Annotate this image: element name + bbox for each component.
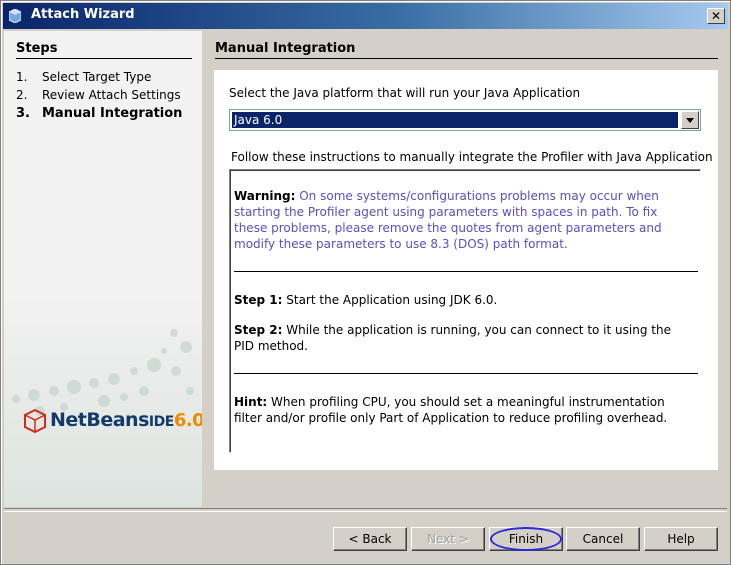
close-button[interactable]: ✕ bbox=[707, 8, 725, 24]
back-button[interactable]: < Back bbox=[333, 527, 407, 551]
step1-paragraph: Step 1: Start the Application using JDK … bbox=[234, 292, 694, 308]
attach-wizard-window: Attach Wizard ✕ Steps 1. Select Target Ty… bbox=[0, 0, 731, 565]
warning-paragraph: Warning: On some systems/configurations … bbox=[234, 188, 694, 252]
step-number: 2. bbox=[16, 88, 28, 102]
warning-label: Warning: bbox=[234, 189, 296, 203]
step2-text: While the application is running, you ca… bbox=[234, 323, 671, 353]
close-icon: ✕ bbox=[710, 9, 722, 23]
platform-selected-value: Java 6.0 bbox=[232, 112, 678, 128]
next-button[interactable]: Next > bbox=[411, 527, 485, 551]
logo-ide: IDE bbox=[148, 414, 174, 430]
app-icon bbox=[9, 9, 21, 23]
steps-title: Steps bbox=[16, 41, 58, 56]
step1-label: Step 1: bbox=[234, 293, 283, 307]
divider bbox=[234, 271, 698, 272]
logo-version: 6.0 bbox=[173, 410, 202, 431]
logo-name: NetBeans bbox=[50, 409, 149, 431]
java-platform-select[interactable]: Java 6.0 bbox=[229, 109, 701, 131]
step-number: 1. bbox=[16, 70, 28, 84]
finish-highlight-circle bbox=[490, 527, 562, 551]
hint-label: Hint: bbox=[234, 395, 268, 409]
page-title-divider bbox=[215, 58, 718, 59]
window-title: Attach Wizard bbox=[31, 7, 135, 22]
button-bar-separator bbox=[4, 508, 727, 512]
hint-text: When profiling CPU, you should set a mea… bbox=[234, 395, 668, 425]
step-label: Manual Integration bbox=[42, 106, 183, 121]
netbeans-cube-icon bbox=[24, 409, 46, 433]
chevron-down-icon[interactable] bbox=[681, 111, 699, 129]
step-label: Select Target Type bbox=[42, 70, 152, 84]
divider bbox=[234, 373, 698, 374]
hint-paragraph: Hint: When profiling CPU, you should set… bbox=[234, 394, 694, 426]
instructions-text-area[interactable]: Warning: On some systems/configurations … bbox=[229, 169, 701, 453]
step-item-select-target-type: 1. Select Target Type bbox=[16, 70, 151, 84]
steps-panel: Steps 1. Select Target Type 2. Review Atta… bbox=[4, 31, 202, 507]
step2-label: Step 2: bbox=[234, 323, 283, 337]
step1-text: Start the Application using JDK 6.0. bbox=[282, 293, 498, 307]
step-item-review-attach-settings: 2. Review Attach Settings bbox=[16, 88, 181, 102]
warning-text: On some systems/configurations problems … bbox=[234, 189, 662, 251]
instructions-label: Follow these instructions to manually in… bbox=[231, 150, 713, 164]
platform-select-label: Select the Java platform that will run y… bbox=[229, 86, 581, 100]
step-number: 3. bbox=[16, 106, 30, 121]
step2-paragraph: Step 2: While the application is running… bbox=[234, 322, 694, 354]
page-title: Manual Integration bbox=[215, 41, 356, 56]
netbeans-logo: NetBeansIDE6.0 bbox=[24, 407, 202, 437]
logo-wordmark: NetBeansIDE6.0 bbox=[50, 409, 202, 431]
cancel-button[interactable]: Cancel bbox=[566, 527, 640, 551]
step-item-manual-integration: 3. Manual Integration bbox=[16, 106, 182, 121]
steps-divider bbox=[16, 58, 192, 59]
help-button[interactable]: Help bbox=[644, 527, 718, 551]
step-label: Review Attach Settings bbox=[42, 88, 181, 102]
title-bar[interactable]: Attach Wizard ✕ bbox=[3, 3, 728, 29]
